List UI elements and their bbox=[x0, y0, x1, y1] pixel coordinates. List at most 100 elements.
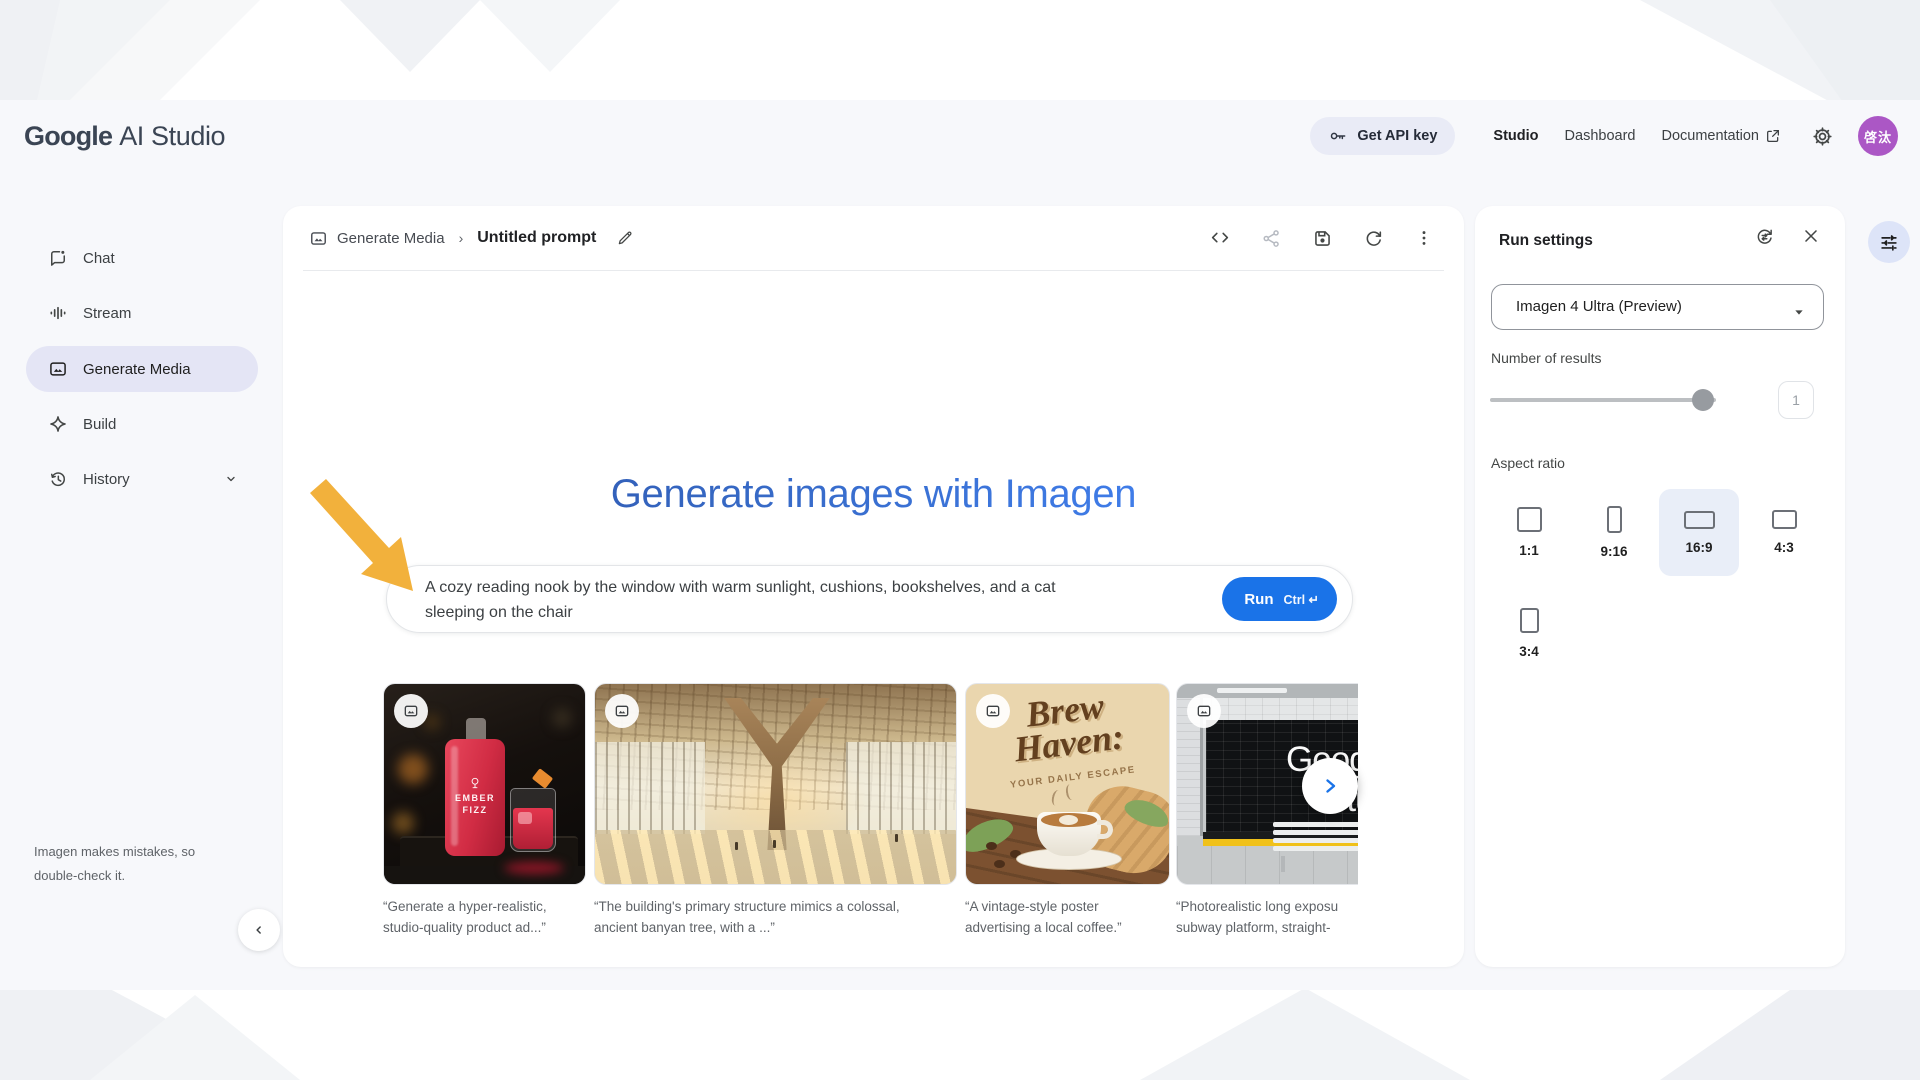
reflection bbox=[504, 862, 564, 874]
example-caption: “Generate a hyper-realistic, studio-qual… bbox=[383, 899, 547, 935]
run-settings-panel: Run settings Imagen 4 Ultra (Preview) Nu… bbox=[1475, 206, 1845, 967]
bokeh-light bbox=[392, 812, 414, 834]
run-button[interactable]: Run Ctrl ↵ bbox=[1222, 577, 1337, 621]
example-carousel: EMBER FIZZ Brew Haven: YOUR DAILY ESCAPE… bbox=[383, 683, 1358, 945]
steam bbox=[1064, 783, 1078, 801]
slider-thumb[interactable] bbox=[1692, 389, 1714, 411]
run-button-label: Run bbox=[1244, 590, 1274, 608]
workspace-header: Generate Media › Untitled prompt bbox=[283, 206, 1464, 270]
model-selector[interactable]: Imagen 4 Ultra (Preview) bbox=[1491, 284, 1824, 330]
aspect-shape-tall bbox=[1519, 608, 1539, 633]
tune-sliders-icon bbox=[1878, 231, 1900, 253]
run-settings-toggle-button[interactable] bbox=[1868, 221, 1910, 263]
workspace-toolbar bbox=[1209, 206, 1434, 270]
aspect-option-3-4[interactable]: 3:4 bbox=[1489, 590, 1569, 677]
refresh-button[interactable] bbox=[1363, 228, 1384, 249]
carousel-next-button[interactable] bbox=[1302, 758, 1358, 814]
save-icon bbox=[1312, 228, 1333, 249]
chevron-down-icon bbox=[222, 470, 240, 488]
generate-media-workspace: Generate Media › Untitled prompt Generat… bbox=[283, 206, 1464, 967]
breadcrumb-separator: › bbox=[458, 230, 464, 246]
prompt-input[interactable]: A cozy reading nook by the window with w… bbox=[386, 565, 1353, 633]
history-clock-icon bbox=[48, 469, 68, 489]
number-of-results-slider[interactable] bbox=[1490, 389, 1716, 411]
coffee-bean bbox=[986, 842, 997, 850]
aspect-shape-portrait bbox=[1606, 506, 1622, 533]
app-shell: Google AI Studio Get API key Studio Dash… bbox=[0, 100, 1920, 990]
bottle-label: EMBER FIZZ bbox=[445, 776, 505, 816]
save-button[interactable] bbox=[1312, 228, 1333, 249]
example-card-coffee-poster[interactable]: Brew Haven: YOUR DAILY ESCAPE bbox=[965, 683, 1170, 885]
aspect-option-16-9[interactable]: 16:9 bbox=[1659, 489, 1739, 576]
share-button[interactable] bbox=[1261, 228, 1282, 249]
image-type-icon bbox=[1187, 694, 1221, 728]
nav-documentation-label: Documentation bbox=[1661, 128, 1759, 144]
external-link-icon bbox=[1765, 128, 1781, 144]
rename-prompt-button[interactable] bbox=[616, 229, 634, 247]
chevron-left-icon bbox=[250, 921, 268, 939]
number-of-results-label: Number of results bbox=[1491, 350, 1602, 366]
prompt-input-value[interactable]: A cozy reading nook by the window with w… bbox=[425, 575, 1165, 625]
breadcrumb-generate-media[interactable]: Generate Media bbox=[309, 229, 445, 248]
sidebar-item-stream[interactable]: Stream bbox=[26, 295, 258, 331]
ice-cube bbox=[518, 812, 532, 824]
sidebar-collapse-button[interactable] bbox=[238, 909, 280, 951]
avatar[interactable]: 啓汰 bbox=[1858, 116, 1898, 156]
run-settings-actions bbox=[1754, 226, 1821, 247]
example-caption: “The building's primary structure mimics… bbox=[594, 899, 900, 935]
nav-documentation[interactable]: Documentation bbox=[1661, 128, 1781, 144]
sidebar-item-label: History bbox=[83, 470, 130, 488]
sidebar-item-generate-media[interactable]: Generate Media bbox=[26, 346, 258, 392]
pencil-icon bbox=[616, 229, 634, 247]
example-card-banyan-building[interactable] bbox=[594, 683, 957, 885]
model-selector-value: Imagen 4 Ultra (Preview) bbox=[1516, 298, 1682, 315]
reset-settings-button[interactable] bbox=[1754, 226, 1775, 247]
aspect-shape-square bbox=[1516, 507, 1542, 532]
coffee-bean bbox=[994, 860, 1005, 868]
nav-studio[interactable]: Studio bbox=[1493, 128, 1538, 144]
sidebar-item-chat[interactable]: Chat bbox=[26, 240, 258, 276]
image-type-icon bbox=[605, 694, 639, 728]
sidebar-item-label: Build bbox=[83, 415, 117, 433]
top-bar: Google AI Studio Get API key Studio Dash… bbox=[0, 100, 1920, 172]
get-api-key-button[interactable]: Get API key bbox=[1310, 117, 1456, 155]
bokeh-light bbox=[398, 754, 428, 784]
settings-gear-button[interactable] bbox=[1811, 125, 1834, 148]
person-silhouette bbox=[895, 834, 898, 842]
close-panel-button[interactable] bbox=[1801, 226, 1821, 247]
chevron-right-icon bbox=[1318, 774, 1342, 798]
sunlit-floor bbox=[595, 830, 956, 884]
aspect-ratio-label: Aspect ratio bbox=[1491, 455, 1565, 471]
logo-ai-studio: AI Studio bbox=[119, 120, 226, 151]
key-icon bbox=[1328, 126, 1348, 146]
media-image-icon bbox=[48, 359, 68, 379]
media-image-icon bbox=[309, 229, 328, 248]
reset-settings-icon bbox=[1754, 226, 1775, 247]
close-icon bbox=[1801, 226, 1821, 247]
sidebar-item-build[interactable]: Build bbox=[26, 406, 258, 442]
image-type-icon bbox=[394, 694, 428, 728]
aspect-shape-landscape bbox=[1771, 510, 1797, 529]
orange-garnish bbox=[531, 768, 554, 789]
example-card-product-ad[interactable]: EMBER FIZZ bbox=[383, 683, 586, 885]
more-options-button[interactable] bbox=[1414, 228, 1434, 248]
sidebar-item-label: Chat bbox=[83, 249, 115, 267]
get-code-button[interactable] bbox=[1209, 227, 1231, 249]
bench bbox=[1273, 822, 1358, 856]
aspect-option-4-3[interactable]: 4:3 bbox=[1744, 489, 1824, 576]
nav-dashboard[interactable]: Dashboard bbox=[1565, 128, 1636, 144]
sidebar-item-history[interactable]: History bbox=[26, 461, 258, 497]
aspect-option-9-16[interactable]: 9:16 bbox=[1574, 489, 1654, 576]
bokeh-light bbox=[552, 708, 572, 728]
google-ai-studio-logo[interactable]: Google AI Studio bbox=[24, 100, 226, 172]
person-silhouette bbox=[773, 840, 776, 848]
aspect-shape-wide bbox=[1683, 510, 1715, 529]
latte-art bbox=[1059, 815, 1078, 825]
sidebar-item-label: Generate Media bbox=[83, 360, 191, 378]
breadcrumb-section-label: Generate Media bbox=[337, 229, 445, 247]
number-of-results-value[interactable]: 1 bbox=[1778, 381, 1814, 419]
ceiling-light bbox=[1217, 688, 1287, 693]
aspect-option-1-1[interactable]: 1:1 bbox=[1489, 489, 1569, 576]
model-disclaimer: Imagen makes mistakes, so double-check i… bbox=[34, 844, 196, 883]
dropdown-caret-icon bbox=[1791, 304, 1807, 320]
